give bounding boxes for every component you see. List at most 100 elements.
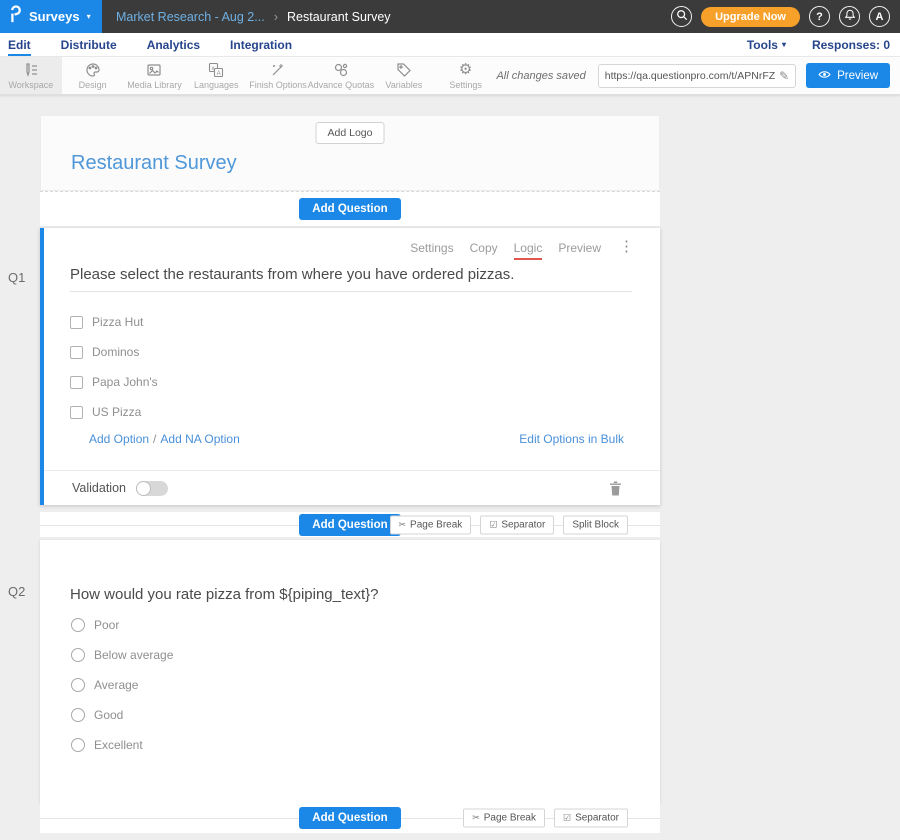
checkbox-icon[interactable] xyxy=(70,346,83,359)
tab-distribute[interactable]: Distribute xyxy=(61,33,117,56)
svg-text:A: A xyxy=(217,71,221,77)
validation-toggle[interactable] xyxy=(136,481,168,496)
toolbar-finish-options[interactable]: Finish Options xyxy=(247,57,309,94)
checkbox-icon[interactable] xyxy=(70,376,83,389)
insert-buttons: ✂ Page Break ☑ Separator xyxy=(463,809,628,828)
toolbar-label: Advance Quotas xyxy=(308,80,375,90)
question-menu: Settings Copy Logic Preview ⋮ xyxy=(410,241,634,260)
tab-analytics[interactable]: Analytics xyxy=(147,33,200,56)
option-label[interactable]: Poor xyxy=(94,618,119,632)
notifications-button[interactable] xyxy=(839,6,860,27)
split-block-button[interactable]: Split Block xyxy=(563,515,628,534)
breadcrumb-separator-icon: › xyxy=(274,9,278,24)
toolbar-workspace[interactable]: Workspace xyxy=(0,57,62,94)
option-add-links: Add Option/Add NA Option xyxy=(89,432,240,446)
toolbar-settings[interactable]: ⚙ Settings xyxy=(435,57,497,94)
add-question-button[interactable]: Add Question xyxy=(299,198,400,220)
separator-button[interactable]: ☑ Separator xyxy=(554,809,628,828)
toolbar-label: Media Library xyxy=(127,80,182,90)
account-avatar[interactable]: A xyxy=(869,6,890,27)
option-label[interactable]: Dominos xyxy=(92,345,139,359)
tab-edit[interactable]: Edit xyxy=(8,33,31,56)
question-card-q2: How would you rate pizza from ${piping_t… xyxy=(40,540,660,803)
gear-icon: ⚙ xyxy=(459,62,472,78)
q1-option-row[interactable]: US Pizza xyxy=(70,397,660,427)
edit-options-in-bulk-link[interactable]: Edit Options in Bulk xyxy=(519,432,624,446)
checkbox-icon[interactable] xyxy=(70,406,83,419)
separator-box-icon: ☑ xyxy=(489,519,497,530)
editor-toolbar: Workspace Design Media Library xyxy=(0,57,900,95)
page-break-button[interactable]: ✂ Page Break xyxy=(463,809,545,828)
q1-option-row[interactable]: Dominos xyxy=(70,337,660,367)
add-na-option-link[interactable]: Add NA Option xyxy=(160,432,239,446)
option-label[interactable]: Pizza Hut xyxy=(92,315,143,329)
svg-text:x: x xyxy=(212,66,215,72)
app-window: Surveys ▾ Market Research - Aug 2... › R… xyxy=(0,0,900,840)
preview-label: Preview xyxy=(837,70,878,82)
palette-icon xyxy=(85,62,101,78)
search-button[interactable] xyxy=(671,6,692,27)
toolbar-design[interactable]: Design xyxy=(62,57,124,94)
responses-count: Responses: 0 xyxy=(812,38,890,52)
q1-footer: Validation xyxy=(44,470,660,505)
avatar-initial: A xyxy=(876,11,884,23)
add-logo-button[interactable]: Add Logo xyxy=(316,122,385,144)
separator-button[interactable]: ☑ Separator xyxy=(480,515,554,534)
q1-copy-link[interactable]: Copy xyxy=(470,241,498,260)
q1-preview-link[interactable]: Preview xyxy=(558,241,601,260)
edit-url-pencil-icon[interactable]: ✎ xyxy=(779,69,789,83)
toolbar-advance-quotas[interactable]: Advance Quotas xyxy=(309,57,373,94)
survey-title[interactable]: Restaurant Survey xyxy=(71,152,237,175)
add-option-link[interactable]: Add Option xyxy=(89,432,149,446)
survey-url-input[interactable] xyxy=(605,70,775,82)
q2-option-row[interactable]: Poor xyxy=(70,610,660,640)
question-number-q1: Q1 xyxy=(8,270,25,285)
q1-settings-link[interactable]: Settings xyxy=(410,241,453,260)
q2-option-row[interactable]: Good xyxy=(70,700,660,730)
wand-icon xyxy=(270,62,286,78)
toolbar-languages[interactable]: x A Languages xyxy=(185,57,247,94)
toolbar-variables[interactable]: Variables xyxy=(373,57,435,94)
option-label[interactable]: Good xyxy=(94,708,123,722)
q2-option-row[interactable]: Excellent xyxy=(70,730,660,760)
q2-option-row[interactable]: Below average xyxy=(70,640,660,670)
add-question-button[interactable]: Add Question xyxy=(299,807,400,829)
q1-options: Pizza Hut Dominos Papa John's US Pizza xyxy=(70,307,660,427)
q2-option-row[interactable]: Average xyxy=(70,670,660,700)
q1-logic-link[interactable]: Logic xyxy=(514,241,543,260)
radio-icon[interactable] xyxy=(71,648,85,662)
top-bar: Surveys ▾ Market Research - Aug 2... › R… xyxy=(0,0,900,33)
breadcrumb-parent[interactable]: Market Research - Aug 2... xyxy=(116,10,265,24)
option-label[interactable]: Average xyxy=(94,678,138,692)
preview-button[interactable]: Preview xyxy=(806,63,890,88)
search-icon xyxy=(676,9,688,24)
radio-icon[interactable] xyxy=(71,678,85,692)
nav-right: Tools ▾ Responses: 0 xyxy=(747,33,890,56)
help-button[interactable]: ? xyxy=(809,6,830,27)
q1-option-row[interactable]: Papa John's xyxy=(70,367,660,397)
kebab-menu-icon[interactable]: ⋮ xyxy=(619,241,634,253)
toolbar-media-library[interactable]: Media Library xyxy=(124,57,186,94)
checkbox-icon[interactable] xyxy=(70,316,83,329)
tools-menu[interactable]: Tools ▾ xyxy=(747,38,786,52)
add-question-button[interactable]: Add Question xyxy=(299,514,400,536)
tab-integration[interactable]: Integration xyxy=(230,33,292,56)
option-label[interactable]: Papa John's xyxy=(92,375,158,389)
delete-question-trash-icon[interactable] xyxy=(609,481,622,496)
option-label[interactable]: Excellent xyxy=(94,738,143,752)
toggle-knob xyxy=(136,481,151,496)
q1-option-row[interactable]: Pizza Hut xyxy=(70,307,660,337)
radio-icon[interactable] xyxy=(71,618,85,632)
radio-icon[interactable] xyxy=(71,738,85,752)
q2-question-text[interactable]: How would you rate pizza from ${piping_t… xyxy=(70,540,660,603)
option-label[interactable]: US Pizza xyxy=(92,405,141,419)
insert-label: Page Break xyxy=(484,813,536,824)
page-break-button[interactable]: ✂ Page Break xyxy=(390,515,472,534)
option-label[interactable]: Below average xyxy=(94,648,173,662)
survey-url-field: ✎ xyxy=(598,64,796,88)
radio-icon[interactable] xyxy=(71,708,85,722)
upgrade-now-button[interactable]: Upgrade Now xyxy=(701,7,800,27)
surveys-menu[interactable]: Surveys ▾ xyxy=(0,0,102,33)
validation-label: Validation xyxy=(72,481,126,495)
toolbar-label: Variables xyxy=(385,80,422,90)
